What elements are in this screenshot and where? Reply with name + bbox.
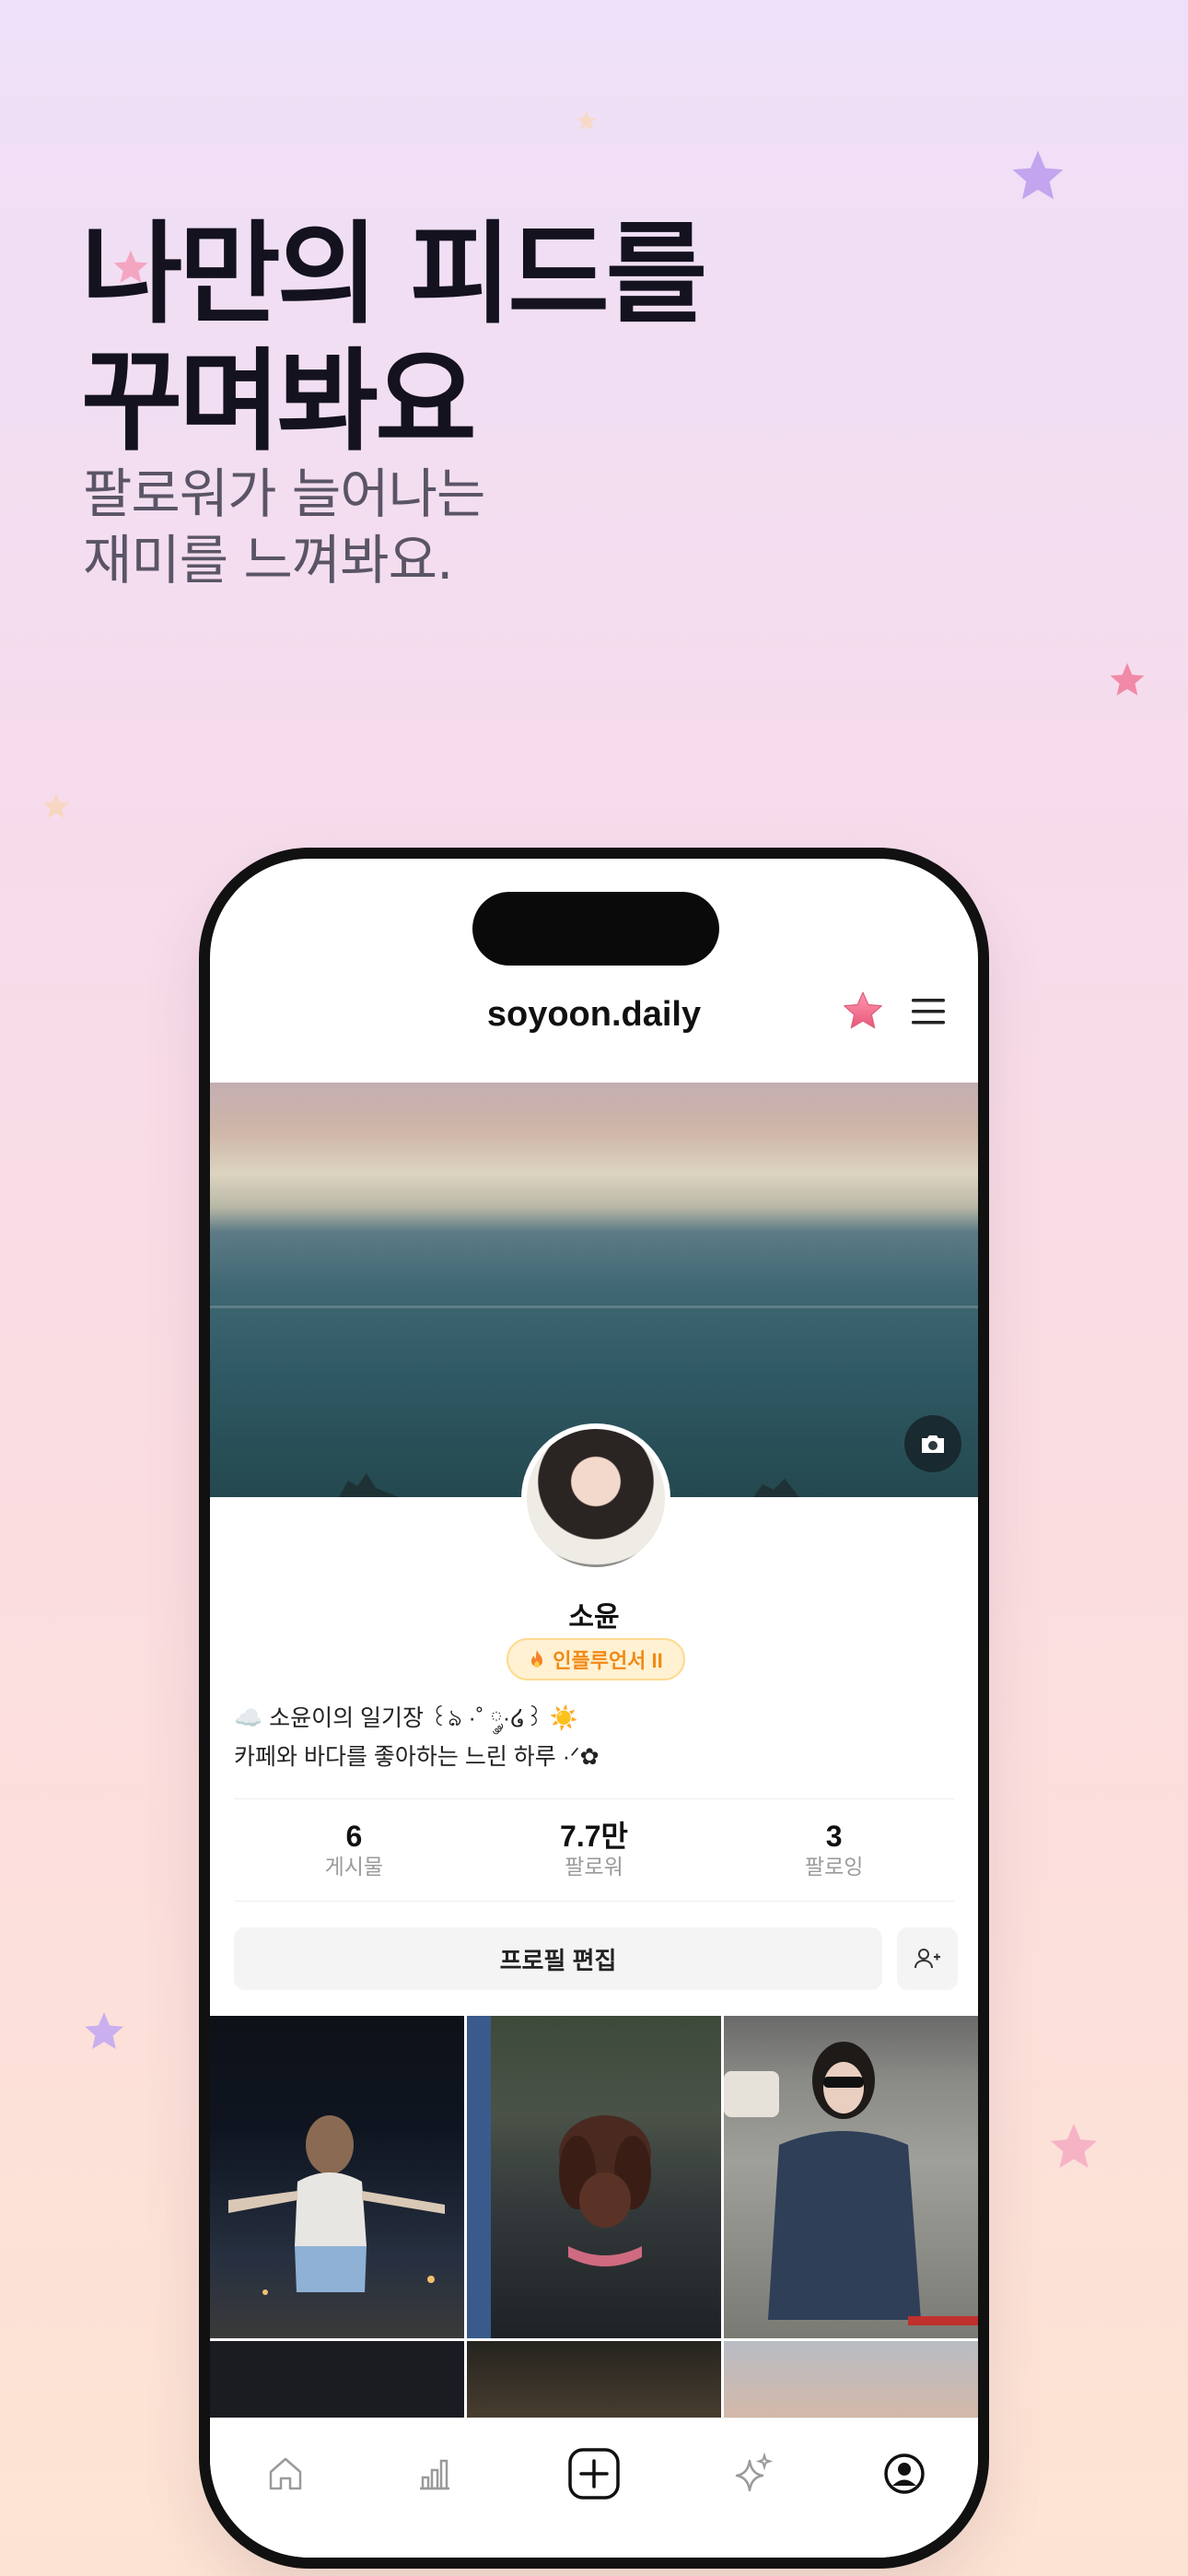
phone-mockup: soyoon.daily 소윤 인플루언서 II ☁️ 소윤이의 일기장 ꒰ঌ … xyxy=(199,848,989,2569)
tab-discover[interactable] xyxy=(726,2446,781,2501)
profile-circle-icon xyxy=(884,2453,925,2494)
phone-screen: soyoon.daily 소윤 인플루언서 II ☁️ 소윤이의 일기장 ꒰ঌ … xyxy=(210,859,978,2558)
add-friend-button[interactable] xyxy=(897,1927,958,1990)
stat-value: 7.7만 xyxy=(560,1820,628,1853)
subheadline: 팔로워가 늘어나는 재미를 느껴봐요. xyxy=(83,461,485,593)
home-icon xyxy=(269,2457,302,2490)
cover-horizon xyxy=(210,1306,978,1308)
post-thumbnail[interactable] xyxy=(210,2016,464,2338)
post-thumbnail[interactable] xyxy=(467,2016,721,2338)
photo-person xyxy=(724,2042,978,2325)
change-cover-button[interactable] xyxy=(904,1415,961,1472)
stat-following[interactable]: 3 팔로잉 xyxy=(714,1799,954,1901)
star-icon[interactable] xyxy=(840,988,886,1034)
stat-value: 6 xyxy=(345,1820,363,1853)
post-thumbnail[interactable] xyxy=(210,2341,464,2424)
add-person-icon xyxy=(914,1949,940,1969)
stat-label: 게시물 xyxy=(324,1855,384,1879)
headline-line-1: 나만의 피드를 xyxy=(81,211,707,339)
bio-line-1: ☁️ 소윤이의 일기장 ꒰ঌ ·˚ ༘·໒꒱ ☀️ xyxy=(234,1705,578,1731)
tab-home[interactable] xyxy=(258,2446,313,2501)
profile-bio: ☁️ 소윤이의 일기장 ꒰ঌ ·˚ ༘·໒꒱ ☀️ 카페와 바다를 좋아하는 느… xyxy=(234,1699,600,1776)
dynamic-island xyxy=(472,892,719,966)
tab-stats[interactable] xyxy=(407,2446,462,2501)
edit-profile-button[interactable]: 프로필 편집 xyxy=(234,1927,882,1990)
influencer-badge: 인플루언서 II xyxy=(507,1638,685,1680)
star-decoration-icon xyxy=(85,2012,123,2050)
subheadline-line-1: 팔로워가 늘어나는 xyxy=(83,463,485,525)
photo-dog xyxy=(467,2016,651,2338)
fire-icon xyxy=(531,1650,543,1668)
post-thumbnail[interactable] xyxy=(724,2341,978,2424)
headline: 나만의 피드를 꾸며봐요 xyxy=(81,211,707,466)
star-decoration-icon xyxy=(1110,662,1145,696)
badge-label: 인플루언서 II xyxy=(553,1649,663,1672)
photo-figure xyxy=(228,2115,445,2295)
star-decoration-icon xyxy=(1051,2124,1097,2168)
hamburger-menu-icon[interactable] xyxy=(908,993,949,1030)
sparkle-icon xyxy=(735,2452,774,2492)
stat-label: 팔로잉 xyxy=(804,1855,864,1879)
bottom-tab-bar xyxy=(210,2418,978,2558)
avatar[interactable] xyxy=(521,1423,670,1573)
stat-label: 팔로워 xyxy=(565,1855,623,1879)
stat-followers[interactable]: 7.7만 팔로워 xyxy=(474,1799,715,1901)
chart-icon xyxy=(420,2459,449,2490)
star-decoration-icon xyxy=(1012,150,1064,200)
post-thumbnail[interactable] xyxy=(467,2341,721,2424)
post-thumbnail[interactable] xyxy=(724,2016,978,2338)
profile-stats: 6 게시물 7.7만 팔로워 3 팔로잉 xyxy=(234,1798,954,1902)
star-decoration-icon xyxy=(577,111,597,130)
subheadline-line-2: 재미를 느껴봐요. xyxy=(83,529,453,591)
stat-posts[interactable]: 6 게시물 xyxy=(234,1799,474,1901)
tab-create[interactable] xyxy=(566,2446,622,2501)
bio-line-2: 카페와 바다를 좋아하는 느린 하루 ·ᐟ✿ xyxy=(234,1744,600,1770)
stat-value: 3 xyxy=(825,1820,843,1853)
plus-square-icon xyxy=(568,2448,620,2500)
star-decoration-icon xyxy=(42,792,70,819)
headline-line-2: 꾸며봐요 xyxy=(81,338,477,466)
profile-name: 소윤 xyxy=(568,1602,620,1633)
tab-profile[interactable] xyxy=(877,2446,932,2501)
camera-icon xyxy=(922,1435,944,1453)
